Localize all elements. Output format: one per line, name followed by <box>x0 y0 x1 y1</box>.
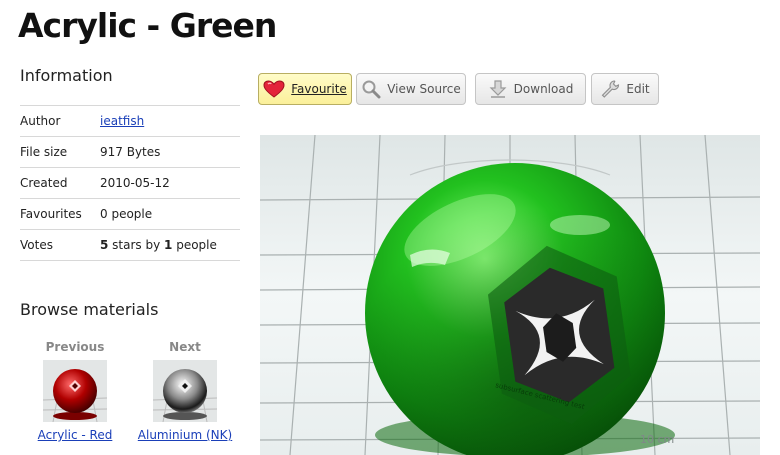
favourite-label: Favourite <box>291 82 347 96</box>
wrench-icon <box>600 79 620 99</box>
table-row: Favourites 0 people <box>20 198 240 230</box>
author-cell: ieatfish <box>100 105 240 137</box>
table-row: Created 2010-05-12 <box>20 167 240 199</box>
material-render: subsurface scattering test 10 cm <box>260 135 760 455</box>
information-heading: Information <box>20 66 113 85</box>
next-material: Next Aluminium (NK) <box>130 340 240 442</box>
render-scale-label: 10 cm <box>640 433 674 446</box>
favourites-key: Favourites <box>20 198 100 230</box>
file-size-value: 917 Bytes <box>100 136 240 168</box>
browse-heading: Browse materials <box>20 300 159 319</box>
author-link[interactable]: ieatfish <box>100 114 144 128</box>
next-thumbnail[interactable] <box>153 360 217 422</box>
votes-key: Votes <box>20 229 100 261</box>
table-row: File size 917 Bytes <box>20 136 240 168</box>
information-table: Author ieatfish File size 917 Bytes Crea… <box>20 105 240 261</box>
edit-label: Edit <box>626 82 650 96</box>
table-row: Votes 5 stars by 1 people <box>20 229 240 261</box>
next-label: Next <box>169 340 201 354</box>
favourites-value: 0 people <box>100 198 240 230</box>
view-source-label: View Source <box>387 82 461 96</box>
magnifier-icon <box>361 79 381 99</box>
download-label: Download <box>513 82 574 96</box>
author-key: Author <box>20 105 100 137</box>
next-material-link[interactable]: Aluminium (NK) <box>130 428 240 442</box>
created-key: Created <box>20 167 100 199</box>
download-arrow-icon <box>488 79 508 99</box>
previous-material: Previous Acrylic - Red <box>20 340 130 442</box>
file-size-key: File size <box>20 136 100 168</box>
view-source-button[interactable]: View Source <box>356 73 466 105</box>
previous-label: Previous <box>45 340 105 354</box>
votes-end: people <box>172 238 217 252</box>
page-title: Acrylic - Green <box>18 6 277 45</box>
heart-icon <box>263 80 285 98</box>
favourite-button[interactable]: Favourite <box>258 73 352 105</box>
edit-button[interactable]: Edit <box>591 73 659 105</box>
votes-mid: stars by <box>108 238 165 252</box>
previous-material-link[interactable]: Acrylic - Red <box>20 428 130 442</box>
download-button[interactable]: Download <box>475 73 586 105</box>
votes-value: 5 stars by 1 people <box>100 229 240 261</box>
created-value: 2010-05-12 <box>100 167 240 199</box>
table-row: Author ieatfish <box>20 105 240 137</box>
previous-thumbnail[interactable] <box>43 360 107 422</box>
